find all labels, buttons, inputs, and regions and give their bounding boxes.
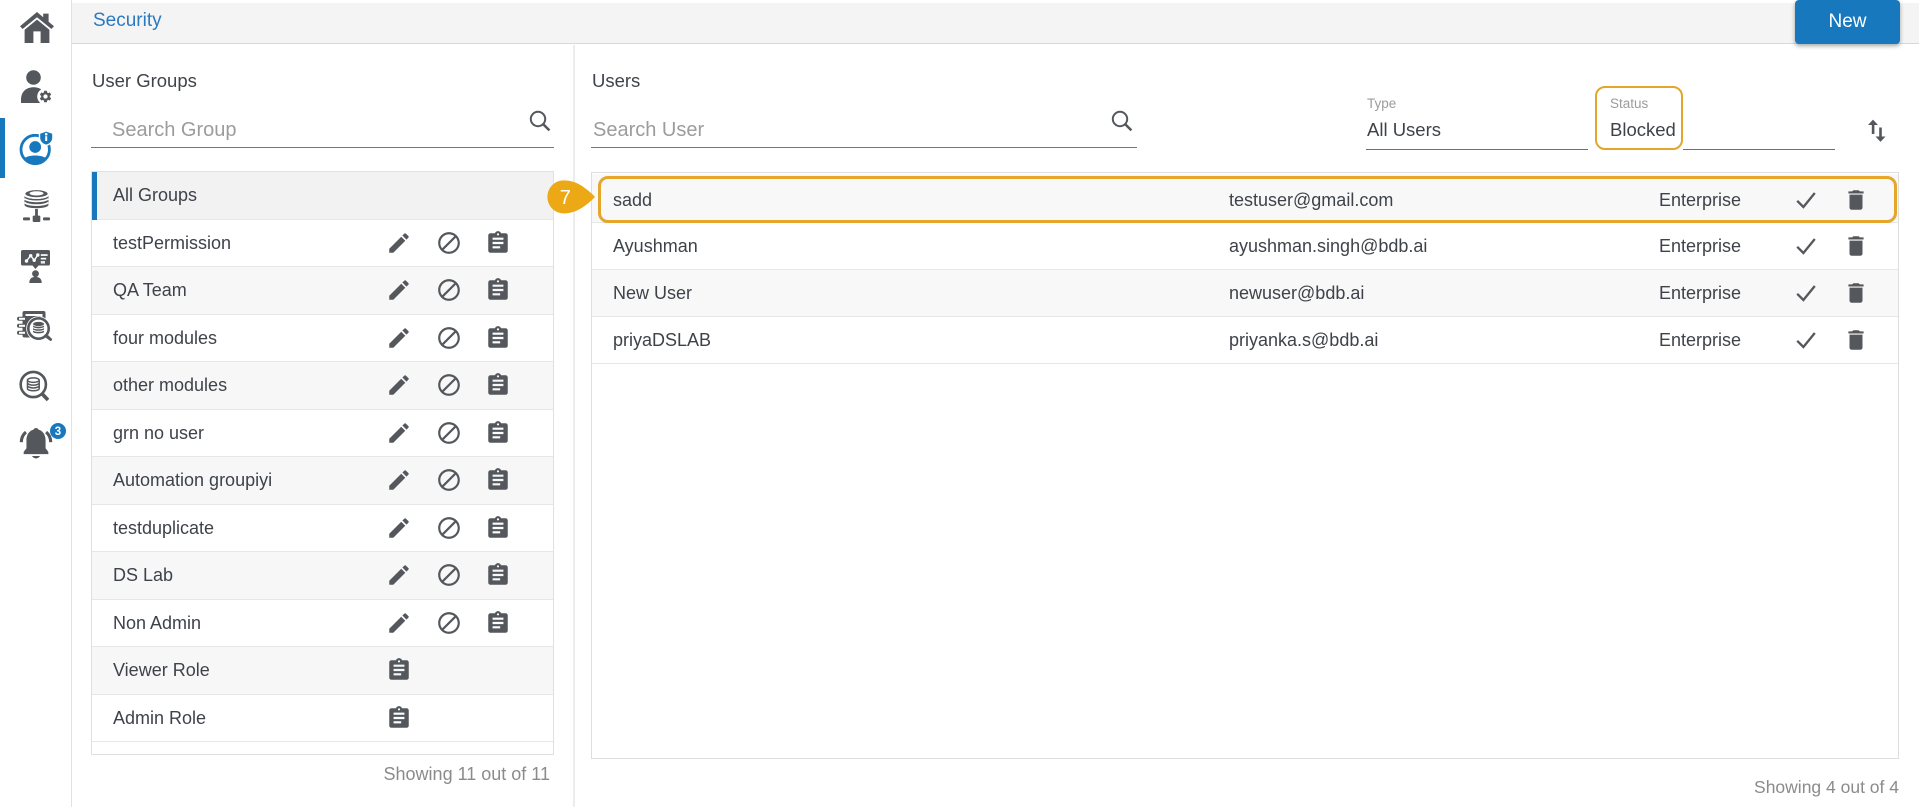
svg-text:3: 3 bbox=[54, 427, 60, 439]
svg-text:7: 7 bbox=[560, 186, 571, 208]
